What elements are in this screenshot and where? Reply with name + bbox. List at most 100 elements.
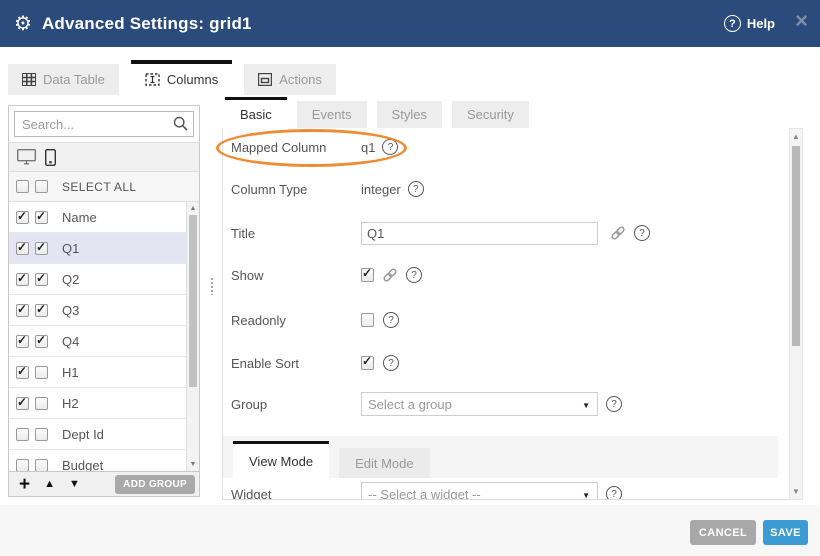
move-down-button[interactable]: ▼ bbox=[69, 478, 80, 490]
column-list-row[interactable]: H2 bbox=[9, 388, 199, 419]
columns-icon bbox=[145, 73, 160, 86]
help-icon[interactable]: ? bbox=[408, 181, 424, 197]
mobile-checkbox[interactable] bbox=[35, 335, 48, 348]
group-select[interactable]: Select a group ▼ bbox=[361, 392, 598, 416]
tab-actions[interactable]: Actions bbox=[244, 64, 336, 95]
mobile-checkbox[interactable] bbox=[35, 304, 48, 317]
group-select-value: Select a group bbox=[368, 397, 452, 412]
help-icon[interactable]: ? bbox=[383, 312, 399, 328]
dialog-title: Advanced Settings: grid1 bbox=[42, 14, 252, 34]
readonly-checkbox[interactable] bbox=[361, 313, 374, 327]
select-all-web-checkbox[interactable] bbox=[16, 180, 29, 193]
tab-columns[interactable]: Columns bbox=[131, 60, 232, 95]
tab-label: Data Table bbox=[43, 72, 105, 87]
readonly-label: Readonly bbox=[223, 313, 361, 328]
scroll-down-icon[interactable]: ▼ bbox=[187, 461, 199, 468]
column-label: Dept Id bbox=[62, 427, 104, 442]
link-icon[interactable] bbox=[610, 225, 626, 241]
tab-events[interactable]: Events bbox=[297, 101, 367, 128]
add-column-button[interactable]: + bbox=[19, 475, 30, 494]
tab-security[interactable]: Security bbox=[452, 101, 529, 128]
web-checkbox[interactable] bbox=[16, 428, 29, 441]
widget-select[interactable]: -- Select a widget -- ▼ bbox=[361, 482, 598, 500]
column-list-scrollbar[interactable]: ▲ ▼ bbox=[186, 202, 199, 471]
mobile-checkbox[interactable] bbox=[35, 428, 48, 441]
column-label: Q3 bbox=[62, 303, 79, 318]
select-all-row[interactable]: SELECT ALL bbox=[9, 172, 199, 202]
dialog-header: ⚙ Advanced Settings: grid1 ? Help × bbox=[0, 0, 820, 47]
tab-view-mode[interactable]: View Mode bbox=[233, 441, 329, 478]
device-filter-row bbox=[9, 142, 199, 172]
save-button[interactable]: SAVE bbox=[763, 520, 808, 545]
mobile-checkbox[interactable] bbox=[35, 366, 48, 379]
desktop-icon[interactable] bbox=[17, 149, 36, 165]
title-label: Title bbox=[223, 226, 361, 241]
panel-splitter-handle[interactable] bbox=[210, 277, 214, 295]
search-icon[interactable] bbox=[173, 116, 188, 131]
web-checkbox[interactable] bbox=[16, 242, 29, 255]
web-checkbox[interactable] bbox=[16, 459, 29, 472]
search-input[interactable] bbox=[14, 111, 194, 137]
show-checkbox[interactable] bbox=[361, 268, 374, 282]
mobile-icon[interactable] bbox=[45, 149, 56, 166]
select-all-label: SELECT ALL bbox=[62, 180, 137, 194]
move-up-button[interactable]: ▲ bbox=[44, 478, 55, 490]
help-button[interactable]: ? Help bbox=[724, 0, 775, 47]
add-group-button[interactable]: ADD GROUP bbox=[115, 475, 195, 494]
web-checkbox[interactable] bbox=[16, 304, 29, 317]
enable-sort-checkbox[interactable] bbox=[361, 356, 374, 370]
detail-tabs: Basic Events Styles Security bbox=[225, 97, 529, 128]
select-all-mobile-checkbox[interactable] bbox=[35, 180, 48, 193]
title-input[interactable] bbox=[361, 222, 598, 245]
column-type-value: integer bbox=[361, 182, 401, 197]
mobile-checkbox[interactable] bbox=[35, 242, 48, 255]
title-row: Title ? bbox=[223, 221, 789, 245]
tab-edit-mode[interactable]: Edit Mode bbox=[339, 448, 430, 478]
column-list-row[interactable]: Q4 bbox=[9, 326, 199, 357]
help-icon[interactable]: ? bbox=[606, 396, 622, 412]
help-icon[interactable]: ? bbox=[406, 267, 422, 283]
mapped-column-value: q1 bbox=[361, 140, 375, 155]
web-checkbox[interactable] bbox=[16, 273, 29, 286]
table-icon bbox=[22, 73, 36, 86]
scrollbar-thumb[interactable] bbox=[792, 146, 800, 346]
column-list-row[interactable]: Q1 bbox=[9, 233, 199, 264]
scrollbar-thumb[interactable] bbox=[189, 215, 197, 387]
web-checkbox[interactable] bbox=[16, 366, 29, 379]
web-checkbox[interactable] bbox=[16, 211, 29, 224]
help-icon[interactable]: ? bbox=[382, 139, 398, 155]
link-icon[interactable] bbox=[382, 267, 398, 283]
column-list-row[interactable]: Q3 bbox=[9, 295, 199, 326]
column-list-row[interactable]: Q2 bbox=[9, 264, 199, 295]
show-label: Show bbox=[223, 268, 361, 283]
help-icon[interactable]: ? bbox=[606, 486, 622, 500]
mobile-checkbox[interactable] bbox=[35, 397, 48, 410]
chevron-down-icon: ▼ bbox=[582, 491, 590, 500]
column-list-row[interactable]: Budget bbox=[9, 450, 199, 471]
column-list-row[interactable]: Dept Id bbox=[9, 419, 199, 450]
column-label: H1 bbox=[62, 365, 79, 380]
gear-icon: ⚙ bbox=[14, 14, 32, 34]
column-list: ▲ ▼ Name Q1 Q2 Q3 Q4 H1 H2 Dept Id bbox=[9, 202, 199, 471]
column-list-row[interactable]: H1 bbox=[9, 357, 199, 388]
column-list-row[interactable]: Name bbox=[9, 202, 199, 233]
help-icon[interactable]: ? bbox=[383, 355, 399, 371]
actions-icon bbox=[258, 73, 272, 86]
form-scrollbar[interactable]: ▲ ▼ bbox=[789, 128, 803, 500]
column-label: Q4 bbox=[62, 334, 79, 349]
mobile-checkbox[interactable] bbox=[35, 211, 48, 224]
close-icon[interactable]: × bbox=[795, 10, 808, 32]
tab-styles[interactable]: Styles bbox=[377, 101, 442, 128]
chevron-down-icon: ▼ bbox=[582, 401, 590, 410]
tab-basic[interactable]: Basic bbox=[225, 97, 287, 128]
mobile-checkbox[interactable] bbox=[35, 459, 48, 472]
web-checkbox[interactable] bbox=[16, 335, 29, 348]
scroll-down-icon[interactable]: ▼ bbox=[790, 487, 802, 496]
cancel-button[interactable]: CANCEL bbox=[690, 520, 756, 545]
scroll-up-icon[interactable]: ▲ bbox=[187, 205, 199, 212]
help-icon[interactable]: ? bbox=[634, 225, 650, 241]
scroll-up-icon[interactable]: ▲ bbox=[790, 132, 802, 141]
tab-data-table[interactable]: Data Table bbox=[8, 64, 119, 95]
mobile-checkbox[interactable] bbox=[35, 273, 48, 286]
web-checkbox[interactable] bbox=[16, 397, 29, 410]
